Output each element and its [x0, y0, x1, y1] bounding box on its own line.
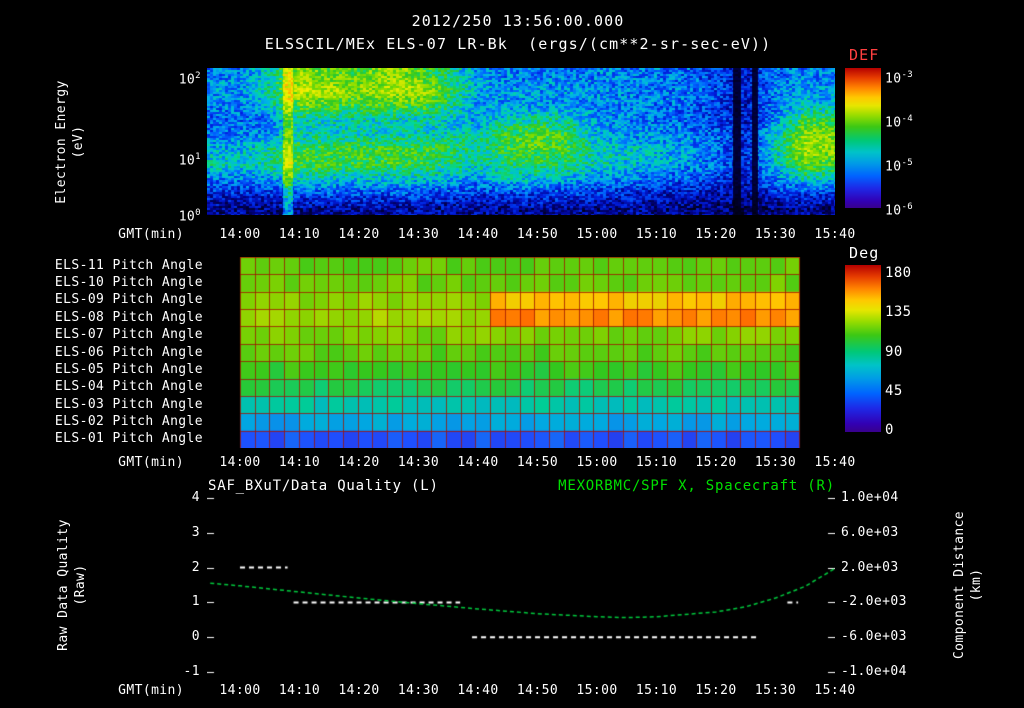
energy-tick-label: 100: [178, 208, 201, 225]
time-tick-label: 14:30: [397, 683, 440, 698]
energy-tick-label: 102: [178, 71, 201, 88]
spacecraft-series-title: MEXORBMC/SPF X, Spacecraft (R): [558, 478, 835, 494]
time-tick-label: 15:20: [695, 227, 737, 242]
quality-tick-label: 4: [191, 490, 200, 505]
pitch-row-label: ELS-03 Pitch Angle: [54, 396, 203, 412]
pitch-row-label: ELS-09 Pitch Angle: [54, 292, 203, 308]
deg-colorbar-tick-label: 135: [885, 304, 912, 320]
electron-energy-spectrogram: [207, 68, 835, 215]
distance-tick-label: -2.0e+03: [841, 594, 907, 610]
distance-tick-label: 6.0e+03: [841, 524, 899, 540]
time-tick-label: 14:40: [457, 683, 499, 698]
gmt-axis-label: GMT(min): [118, 227, 184, 242]
energy-tick-label: 101: [178, 152, 201, 169]
time-tick-label: 15:30: [754, 227, 797, 242]
distance-tick-label: -6.0e+03: [841, 629, 907, 645]
deg-colorbar-tick-label: 90: [885, 344, 903, 360]
deg-colorbar: [845, 265, 881, 432]
time-tick-label: 15:40: [814, 455, 856, 470]
time-tick-label: 14:30: [397, 227, 440, 242]
time-tick-label: 15:30: [754, 683, 797, 698]
quality-tick-label: 0: [191, 629, 200, 645]
pitch-row-label: ELS-10 Pitch Angle: [54, 275, 203, 291]
spectrogram-title: ELSSCIL/MEx ELS-07 LR-Bk (ergs/(cm**2-sr…: [264, 35, 772, 53]
pitch-row-label: ELS-05 Pitch Angle: [54, 361, 203, 377]
time-tick-label: 14:10: [278, 455, 321, 470]
pitch-row-label: ELS-07 Pitch Angle: [54, 327, 203, 343]
time-tick-label: 15:40: [814, 683, 856, 698]
distance-axis-label: Component Distance (km): [952, 510, 984, 660]
time-tick-label: 14:00: [219, 683, 261, 698]
time-tick-label: 14:20: [338, 683, 380, 698]
time-tick-label: 14:00: [219, 455, 261, 470]
distance-tick-label: 2.0e+03: [841, 559, 899, 575]
quality-tick-label: 2: [191, 559, 200, 575]
def-colorbar: [845, 68, 881, 208]
quality-axis-label: Raw Data Quality (Raw): [56, 519, 88, 651]
time-tick-label: 14:10: [278, 683, 321, 698]
deg-colorbar-tick-label: 45: [885, 383, 903, 399]
pitch-row-label: ELS-01 Pitch Angle: [54, 431, 203, 447]
pitch-row-label: ELS-02 Pitch Angle: [54, 413, 203, 429]
plot-timestamp: 2012/250 13:56:00.000: [411, 12, 625, 30]
def-colorbar-title: DEF: [849, 46, 880, 64]
pitch-row-label: ELS-11 Pitch Angle: [54, 257, 203, 273]
pitch-row-label: ELS-04 Pitch Angle: [54, 379, 203, 395]
time-tick-label: 14:50: [516, 683, 559, 698]
gmt-axis-label: GMT(min): [118, 683, 184, 698]
quality-distance-plot: [207, 495, 835, 675]
deg-colorbar-tick-label: 180: [885, 265, 912, 281]
time-tick-label: 15:40: [814, 227, 856, 242]
quality-tick-label: 1: [191, 594, 200, 610]
pitch-row-label: ELS-08 Pitch Angle: [54, 309, 203, 325]
time-tick-label: 15:10: [635, 227, 678, 242]
distance-tick-label: -1.0e+04: [841, 664, 907, 679]
els-science-plot-window: 2012/250 13:56:00.000 ELSSCIL/MEx ELS-07…: [0, 0, 1024, 708]
def-colorbar-tick-label: 10-6: [885, 202, 914, 219]
distance-tick-label: 1.0e+04: [841, 490, 899, 505]
time-tick-label: 15:00: [576, 683, 618, 698]
time-tick-label: 14:50: [516, 455, 559, 470]
pitch-row-label: ELS-06 Pitch Angle: [54, 344, 203, 360]
deg-colorbar-title: Deg: [849, 244, 880, 262]
energy-axis-label: Electron Energy (eV): [54, 80, 86, 204]
time-tick-label: 15:20: [695, 683, 737, 698]
time-tick-label: 15:30: [754, 455, 797, 470]
time-tick-label: 14:20: [338, 227, 380, 242]
def-colorbar-tick-label: 10-5: [885, 158, 914, 175]
deg-colorbar-tick-label: 0: [885, 422, 894, 438]
def-colorbar-tick-label: 10-4: [885, 114, 914, 131]
time-tick-label: 14:40: [457, 227, 499, 242]
quality-series-title: SAF_BXuT/Data Quality (L): [208, 478, 439, 494]
quality-tick-label: 3: [191, 524, 200, 540]
time-tick-label: 14:40: [457, 455, 499, 470]
quality-tick-label: -1: [183, 664, 200, 679]
time-tick-label: 14:00: [219, 227, 261, 242]
time-tick-label: 15:10: [635, 683, 678, 698]
time-tick-label: 14:20: [338, 455, 380, 470]
time-tick-label: 15:20: [695, 455, 737, 470]
time-tick-label: 15:10: [635, 455, 678, 470]
pitch-angle-heatmap: [207, 257, 835, 448]
time-tick-label: 15:00: [576, 455, 618, 470]
gmt-axis-label: GMT(min): [118, 455, 184, 470]
time-tick-label: 14:10: [278, 227, 321, 242]
time-tick-label: 14:50: [516, 227, 559, 242]
time-tick-label: 14:30: [397, 455, 440, 470]
def-colorbar-tick-label: 10-3: [885, 70, 914, 87]
time-tick-label: 15:00: [576, 227, 618, 242]
